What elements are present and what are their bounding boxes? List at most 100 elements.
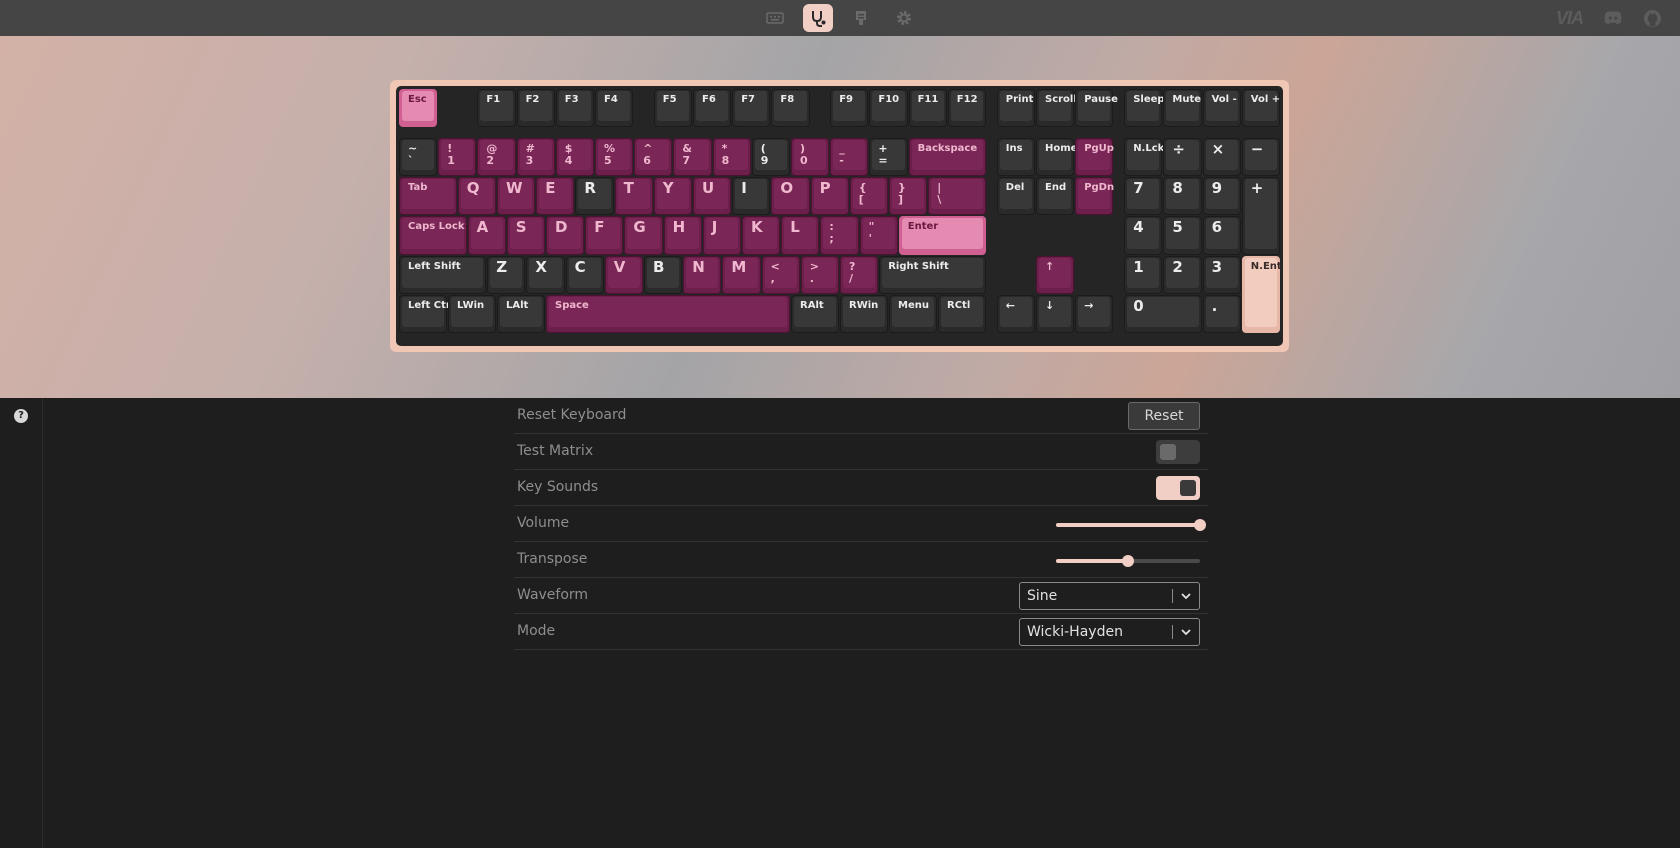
key-11[interactable]: F11 bbox=[908, 89, 947, 128]
key-77[interactable]: 6 bbox=[1202, 216, 1241, 255]
key-84[interactable]: N bbox=[683, 255, 722, 294]
key-24[interactable]: $ 4 bbox=[555, 138, 594, 177]
key-41[interactable]: Tab bbox=[399, 177, 457, 216]
slider-thumb[interactable] bbox=[1122, 555, 1134, 567]
key-58[interactable]: 7 bbox=[1124, 177, 1163, 216]
key-9[interactable]: F9 bbox=[830, 89, 869, 128]
key-22[interactable]: @ 2 bbox=[477, 138, 516, 177]
key-75[interactable]: 4 bbox=[1124, 216, 1163, 255]
key-68[interactable]: H bbox=[663, 216, 702, 255]
key-70[interactable]: K bbox=[742, 216, 781, 255]
key-93[interactable]: 3 bbox=[1202, 255, 1241, 294]
key-15[interactable]: Pause bbox=[1075, 89, 1118, 128]
key-72[interactable]: : ; bbox=[820, 216, 859, 255]
key-85[interactable]: M bbox=[722, 255, 761, 294]
key-42[interactable]: Q bbox=[457, 177, 496, 216]
key-91[interactable]: 1 bbox=[1124, 255, 1163, 294]
key-37[interactable]: N.Lck bbox=[1124, 138, 1164, 177]
key-33[interactable]: Backspace bbox=[908, 138, 986, 177]
waveform-select[interactable]: Sine bbox=[1019, 582, 1200, 610]
stethoscope-icon[interactable] bbox=[803, 4, 833, 32]
key-27[interactable]: & 7 bbox=[673, 138, 712, 177]
key-30[interactable]: ) 0 bbox=[791, 138, 830, 177]
key-73[interactable]: " ' bbox=[859, 216, 898, 255]
key-43[interactable]: W bbox=[497, 177, 536, 216]
key-74[interactable]: Enter bbox=[898, 216, 986, 255]
key-28[interactable]: * 8 bbox=[712, 138, 751, 177]
key-63[interactable]: A bbox=[467, 216, 506, 255]
key-51[interactable]: P bbox=[810, 177, 849, 216]
key-88[interactable]: ? / bbox=[840, 255, 879, 294]
key-31[interactable]: _ - bbox=[830, 138, 869, 177]
key-3[interactable]: F3 bbox=[555, 89, 594, 128]
key-sounds-toggle[interactable] bbox=[1156, 476, 1200, 500]
key-25[interactable]: % 5 bbox=[595, 138, 634, 177]
key-67[interactable]: G bbox=[624, 216, 663, 255]
key-92[interactable]: 2 bbox=[1163, 255, 1202, 294]
key-57[interactable]: PgDn bbox=[1075, 177, 1114, 216]
key-7[interactable]: F7 bbox=[732, 89, 771, 128]
keyboard-icon[interactable] bbox=[760, 4, 790, 32]
key-19[interactable]: Vol + bbox=[1241, 89, 1280, 128]
key-69[interactable]: J bbox=[702, 216, 741, 255]
key-86[interactable]: < , bbox=[761, 255, 800, 294]
key-55[interactable]: Del bbox=[996, 177, 1035, 216]
key-78[interactable]: Left Shift bbox=[399, 255, 487, 294]
key-95[interactable]: Left Ctrl bbox=[399, 294, 454, 333]
key-107[interactable]: . bbox=[1202, 294, 1241, 333]
key-49[interactable]: I bbox=[732, 177, 771, 216]
key-21[interactable]: ! 1 bbox=[438, 138, 477, 177]
key-29[interactable]: ( 9 bbox=[751, 138, 790, 177]
key-45[interactable]: R bbox=[575, 177, 614, 216]
key-102[interactable]: RCtl bbox=[938, 294, 986, 333]
key-76[interactable]: 5 bbox=[1163, 216, 1202, 255]
key-4[interactable]: F4 bbox=[595, 89, 634, 128]
key-13[interactable]: Print bbox=[996, 89, 1035, 128]
key-89[interactable]: Right Shift bbox=[879, 255, 986, 294]
github-icon[interactable] bbox=[1640, 6, 1664, 30]
key-64[interactable]: S bbox=[506, 216, 545, 255]
key-18[interactable]: Vol - bbox=[1202, 89, 1241, 128]
key-40[interactable]: − bbox=[1241, 138, 1280, 177]
key-83[interactable]: B bbox=[644, 255, 683, 294]
key-48[interactable]: U bbox=[693, 177, 732, 216]
key-36[interactable]: PgUp bbox=[1075, 138, 1114, 177]
slider-thumb[interactable] bbox=[1194, 519, 1206, 531]
key-38[interactable]: ÷ bbox=[1163, 138, 1202, 177]
key-23[interactable]: # 3 bbox=[516, 138, 555, 177]
key-47[interactable]: Y bbox=[653, 177, 692, 216]
key-104[interactable]: ↓ bbox=[1036, 294, 1075, 333]
key-90[interactable]: ↑ bbox=[1036, 255, 1075, 294]
key-56[interactable]: End bbox=[1036, 177, 1075, 216]
badge-icon[interactable] bbox=[846, 4, 876, 32]
key-5[interactable]: F5 bbox=[653, 89, 692, 128]
key-97[interactable]: LAlt bbox=[497, 294, 545, 333]
key-87[interactable]: > . bbox=[800, 255, 839, 294]
key-32[interactable]: + = bbox=[869, 138, 908, 177]
key-54[interactable]: | \ bbox=[928, 177, 986, 216]
key-60[interactable]: 9 bbox=[1202, 177, 1241, 216]
key-65[interactable]: D bbox=[546, 216, 585, 255]
test-matrix-toggle[interactable] bbox=[1156, 440, 1200, 464]
via-logo[interactable]: VIA bbox=[1556, 6, 1584, 30]
key-99[interactable]: RAlt bbox=[791, 294, 839, 333]
key-26[interactable]: ^ 6 bbox=[634, 138, 673, 177]
key-0[interactable]: Esc bbox=[399, 89, 438, 128]
key-79[interactable]: Z bbox=[487, 255, 526, 294]
key-71[interactable]: L bbox=[781, 216, 820, 255]
key-6[interactable]: F6 bbox=[693, 89, 732, 128]
key-2[interactable]: F2 bbox=[516, 89, 555, 128]
key-61[interactable]: + bbox=[1241, 177, 1280, 255]
key-105[interactable]: → bbox=[1075, 294, 1114, 333]
volume-slider[interactable] bbox=[1056, 519, 1206, 531]
key-8[interactable]: F8 bbox=[771, 89, 810, 128]
key-101[interactable]: Menu bbox=[889, 294, 937, 333]
key-96[interactable]: LWin bbox=[448, 294, 496, 333]
key-1[interactable]: F1 bbox=[477, 89, 516, 128]
key-94[interactable]: N.Ent bbox=[1241, 255, 1282, 333]
key-20[interactable]: ~ ` bbox=[399, 138, 438, 177]
mode-select[interactable]: Wicki-Hayden bbox=[1019, 618, 1200, 646]
key-106[interactable]: 0 bbox=[1124, 294, 1202, 333]
reset-button[interactable]: Reset bbox=[1128, 402, 1200, 430]
key-98[interactable]: Space bbox=[546, 294, 790, 333]
